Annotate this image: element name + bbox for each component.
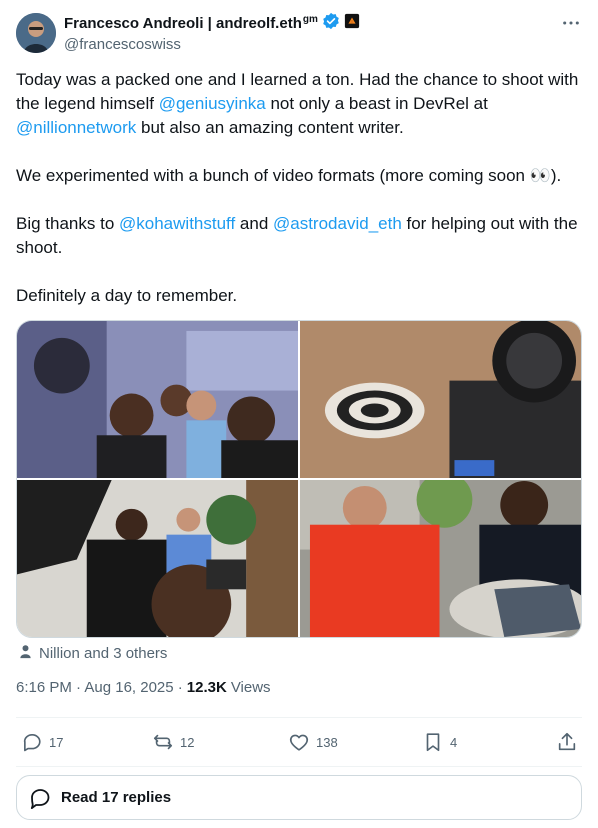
text-span: Big thanks to — [16, 214, 120, 233]
reply-count: 17 — [49, 734, 64, 750]
tweet-paragraph-1: Today was a packed one and I learned a t… — [16, 68, 582, 140]
affiliate-badge-icon[interactable] — [344, 13, 360, 34]
share-button[interactable] — [556, 731, 578, 753]
mention-astrodavid-eth[interactable]: @astrodavid_eth — [273, 214, 402, 233]
timestamp[interactable]: 6:16 PM · Aug 16, 2025 · — [16, 679, 183, 696]
speech-bubble-icon — [30, 788, 50, 809]
photo-camera-closeup[interactable] — [300, 321, 581, 478]
photo-group-selfie[interactable] — [17, 321, 298, 478]
action-bar: 17 12 138 4 — [16, 730, 582, 754]
bookmark-count: 4 — [450, 734, 458, 750]
person-icon — [18, 644, 33, 663]
bookmark-icon — [426, 733, 440, 752]
bookmark-button[interactable]: 4 — [422, 731, 457, 753]
repost-button[interactable]: 12 — [152, 731, 194, 753]
tweet-paragraph-4: Definitely a day to remember. — [16, 286, 238, 305]
tagged-users[interactable]: Nillion and 3 others — [18, 642, 167, 664]
photo-studio-setup[interactable] — [17, 480, 298, 637]
views-count: 12.3K — [186, 679, 227, 696]
text-span: not only a beast in DevRel at — [265, 94, 488, 113]
author-handle[interactable]: @francescoswiss — [64, 35, 360, 54]
divider — [16, 717, 582, 718]
like-count: 138 — [316, 734, 338, 750]
text-span: and — [235, 214, 273, 233]
tagged-text: Nillion and 3 others — [39, 644, 168, 662]
tweet-meta: 6:16 PM · Aug 16, 2025 · 12.3K Views — [16, 679, 271, 696]
read-replies-label: Read 17 replies — [61, 789, 172, 806]
mention-nillionnetwork[interactable]: @nillionnetwork — [16, 118, 136, 137]
tweet-paragraph-3: Big thanks to @kohawithstuff and @astrod… — [16, 212, 582, 260]
author-name-suffix: gm — [302, 14, 318, 25]
views-label: Views — [230, 679, 271, 696]
text-span: but also an amazing content writer. — [136, 118, 404, 137]
more-icon[interactable] — [560, 12, 582, 34]
repost-count: 12 — [180, 734, 195, 750]
like-icon — [289, 734, 309, 751]
read-replies-button[interactable]: Read 17 replies — [16, 775, 582, 820]
author-avatar[interactable] — [16, 13, 56, 53]
author-name[interactable]: Francesco Andreoli | andreolf.eth — [64, 14, 302, 33]
divider — [16, 766, 582, 767]
share-icon — [558, 732, 576, 751]
repost-icon — [153, 734, 173, 750]
reply-button[interactable]: 17 — [21, 731, 63, 753]
mention-geniusyinka[interactable]: @geniusyinka — [159, 94, 266, 113]
mention-kohawithstuff[interactable]: @kohawithstuff — [119, 214, 235, 233]
photo-laptop-meeting[interactable] — [300, 480, 581, 637]
tweet-header: Francesco Andreoli | andreolf.eth gm @fr… — [16, 12, 582, 54]
verified-badge-icon — [322, 12, 340, 35]
reply-icon — [23, 734, 41, 752]
like-button[interactable]: 138 — [288, 731, 338, 753]
media-grid — [16, 320, 582, 638]
tweet-text: Today was a packed one and I learned a t… — [16, 68, 582, 308]
tweet-paragraph-2: We experimented with a bunch of video fo… — [16, 166, 562, 185]
